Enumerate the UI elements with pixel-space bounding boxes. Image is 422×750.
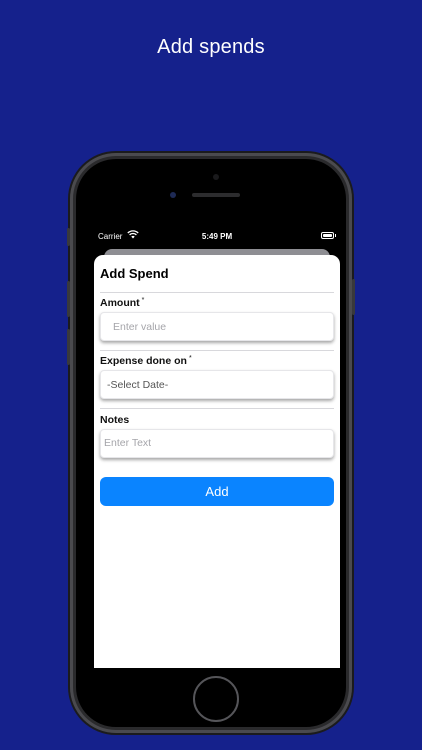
notes-label: Notes: [100, 414, 130, 426]
power-button: [352, 279, 355, 315]
mute-switch: [67, 228, 70, 246]
notes-input[interactable]: Enter Text: [100, 429, 334, 458]
headline: Add spends: [157, 36, 265, 58]
screen: Carrier 5:49 PM Add Spend Amount * Enter …: [94, 227, 340, 668]
proximity-sensor: [213, 174, 219, 180]
required-mark: *: [141, 297, 145, 304]
expense-date-label-text: Expense done on: [100, 355, 187, 367]
status-bar: Carrier 5:49 PM: [94, 227, 340, 245]
divider: [100, 292, 334, 293]
divider: [100, 408, 334, 409]
clock: 5:49 PM: [201, 232, 233, 241]
required-mark: *: [188, 355, 192, 362]
expense-date-picker[interactable]: -Select Date-: [100, 370, 334, 399]
expense-date-label: Expense done on *: [100, 355, 192, 367]
amount-label: Amount *: [100, 297, 144, 309]
earpiece-speaker: [192, 193, 240, 197]
battery-icon: [321, 232, 334, 239]
volume-down-button: [67, 329, 70, 365]
amount-input[interactable]: Enter value: [100, 312, 334, 341]
sheet-title: Add Spend: [100, 266, 169, 281]
add-spend-sheet: Add Spend Amount * Enter value Expense do…: [94, 255, 340, 668]
battery-cap: [335, 234, 336, 237]
phone-bezel: Carrier 5:49 PM Add Spend Amount * Enter …: [76, 159, 346, 727]
home-button: [193, 676, 239, 722]
divider: [100, 350, 334, 351]
phone-frame: Carrier 5:49 PM Add Spend Amount * Enter …: [67, 153, 355, 733]
volume-up-button: [67, 281, 70, 317]
add-button[interactable]: Add: [100, 477, 334, 506]
amount-label-text: Amount: [100, 297, 140, 309]
front-camera: [170, 192, 176, 198]
